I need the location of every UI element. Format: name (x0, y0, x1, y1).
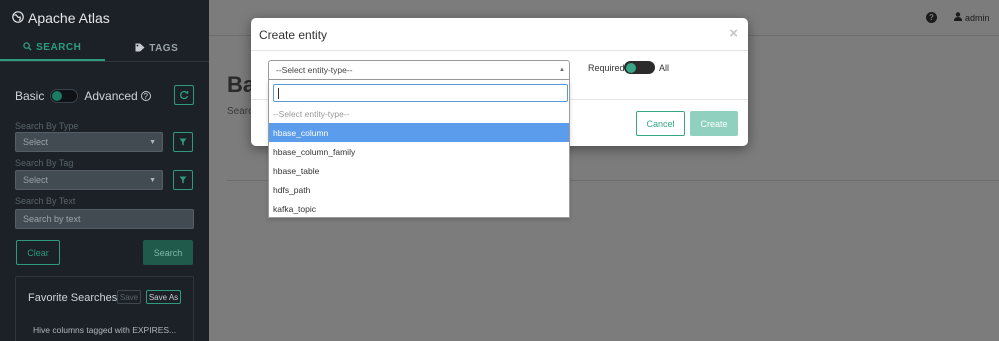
question-circle-icon[interactable]: ? (140, 91, 151, 101)
dropdown-option[interactable]: hbase_table (269, 161, 569, 180)
dropdown-option[interactable]: --Select entity-type-- (269, 104, 569, 123)
tab-tags[interactable]: TAGS (105, 36, 210, 61)
favorite-search-item[interactable]: Hive columns tagged with EXPIRES... (33, 325, 176, 335)
search-by-text-label: Search By Text (15, 196, 76, 206)
search-button[interactable]: Search (143, 240, 193, 265)
search-by-text-input[interactable]: Search by text (15, 209, 194, 229)
question-circle-icon[interactable]: ? (926, 12, 937, 23)
dropdown-option[interactable]: kafka_topic (269, 199, 569, 218)
sidebar: Apache Atlas SEARCH TAGS Basic Advanced … (0, 0, 209, 341)
all-label: All (659, 63, 670, 73)
required-all-toggle[interactable] (624, 61, 655, 74)
tag-icon (135, 43, 145, 55)
save-button[interactable]: Save (117, 290, 141, 304)
user-icon (954, 12, 962, 23)
close-icon[interactable]: × (729, 25, 738, 42)
user-menu[interactable]: admin (954, 12, 990, 23)
cancel-button[interactable]: Cancel (636, 111, 685, 136)
favorite-searches-title: Favorite Searches (28, 292, 118, 304)
user-name: admin (965, 12, 990, 23)
search-by-tag-select[interactable]: Select ▼ (15, 170, 163, 190)
dropdown-search-input[interactable] (273, 84, 568, 102)
search-by-type-select[interactable]: Select ▼ (15, 132, 163, 152)
basic-advanced-toggle[interactable] (50, 89, 79, 103)
refresh-button[interactable] (174, 85, 194, 105)
refresh-icon (180, 90, 189, 100)
create-button[interactable]: Create (690, 111, 738, 136)
clear-button[interactable]: Clear (16, 240, 60, 265)
search-by-type-value: Select (23, 137, 49, 147)
modal-title: Create entity (259, 28, 328, 42)
tab-search[interactable]: SEARCH (0, 36, 105, 61)
caret-up-icon: ▲ (559, 67, 565, 73)
search-mode-row: Basic Advanced ? (15, 85, 194, 106)
search-by-tag-value: Select (23, 175, 49, 185)
search-icon (23, 41, 32, 54)
required-label: Required (588, 63, 625, 73)
caret-down-icon: ▼ (149, 176, 156, 184)
caret-down-icon: ▼ (149, 138, 156, 146)
search-by-type-label: Search By Type (15, 121, 79, 131)
app-name: Apache Atlas (28, 10, 110, 26)
filter-icon (179, 176, 187, 184)
entity-type-selected: --Select entity-type-- (276, 65, 353, 75)
basic-label: Basic (15, 89, 45, 103)
globe-icon (12, 10, 24, 26)
sidebar-tabs: SEARCH TAGS (0, 36, 209, 62)
tab-tags-label: TAGS (149, 43, 179, 54)
dropdown-option[interactable]: hbase_column (269, 123, 569, 142)
brand[interactable]: Apache Atlas (0, 0, 209, 36)
type-filter-button[interactable] (173, 132, 193, 152)
search-by-tag-label: Search By Tag (15, 158, 74, 168)
tag-filter-button[interactable] (173, 170, 193, 190)
text-cursor (278, 88, 279, 99)
advanced-label: Advanced (84, 89, 138, 103)
entity-type-select[interactable]: --Select entity-type-- ▲ (268, 60, 570, 80)
save-as-button[interactable]: Save As (146, 290, 181, 304)
filter-icon (179, 138, 187, 146)
dropdown-option[interactable]: hbase_column_family (269, 142, 569, 161)
dropdown-option[interactable]: hdfs_path (269, 180, 569, 199)
tab-search-label: SEARCH (36, 42, 82, 53)
search-by-text-placeholder: Search by text (23, 214, 81, 224)
entity-type-dropdown: --Select entity-type-- hbase_column hbas… (268, 80, 570, 218)
favorite-searches-panel: Favorite Searches Save Save As Hive colu… (15, 276, 194, 341)
modal-header: Create entity × (251, 18, 748, 51)
